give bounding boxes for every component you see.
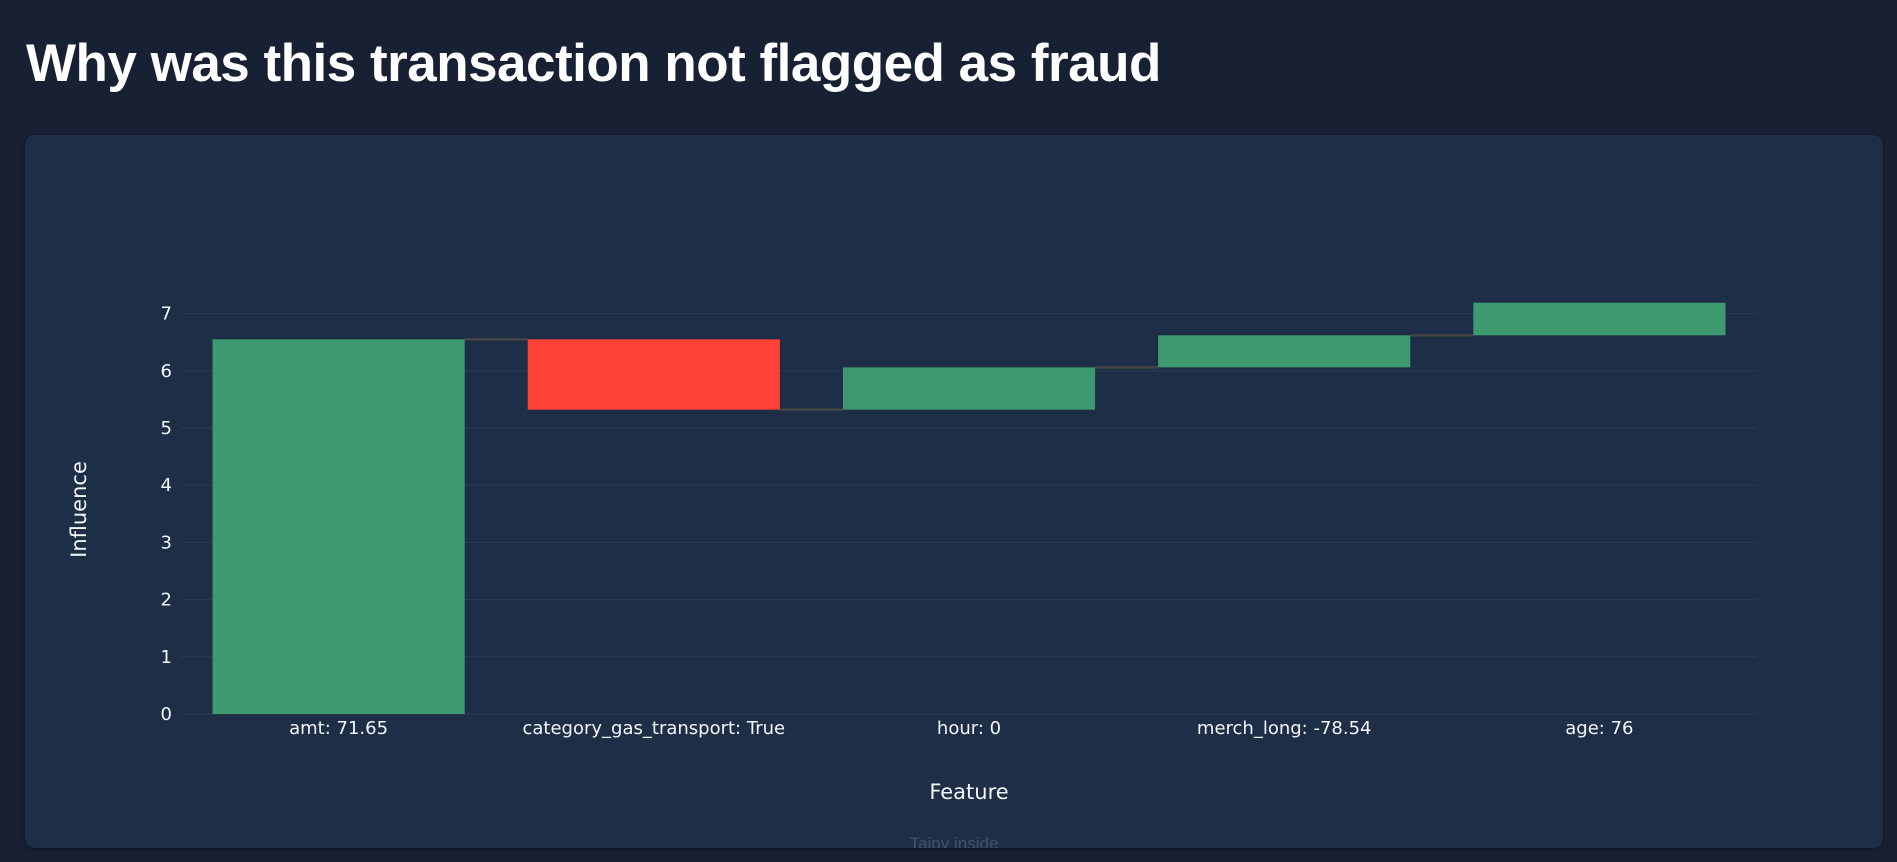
x-axis-ticks: amt: 71.65 category_gas_transport: True ho… (289, 718, 1633, 739)
footer-brand: Taipy inside (909, 834, 999, 848)
x-tick-label: amt: 71.65 (289, 718, 388, 739)
y-axis-ticks: 0 1 2 3 4 5 6 7 (161, 304, 172, 725)
bar-increase (1473, 302, 1726, 336)
bar-decrease (527, 339, 780, 410)
y-axis-title: Influence (67, 461, 91, 558)
x-tick-label: merch_long: -78.54 (1197, 718, 1372, 739)
bar-increase (842, 367, 1096, 410)
page-title: Why was this transaction not flagged as … (26, 34, 1161, 93)
bar-increase (212, 339, 465, 714)
y-tick-label: 4 (161, 475, 172, 496)
x-tick-label: age: 76 (1565, 718, 1633, 739)
page: Why was this transaction not flagged as … (0, 0, 1897, 862)
bar-increase (1158, 335, 1411, 368)
x-tick-label: hour: 0 (937, 718, 1001, 739)
y-tick-label: 6 (161, 361, 172, 382)
y-tick-label: 1 (161, 647, 172, 668)
y-tick-label: 7 (161, 304, 172, 325)
y-tick-label: 0 (161, 704, 172, 725)
y-tick-label: 2 (161, 590, 172, 611)
bars (212, 302, 1726, 714)
waterfall-chart: 0 1 2 3 4 5 6 7 amt: 71.65 category_gas_transpor… (67, 302, 1757, 804)
y-tick-label: 5 (161, 418, 172, 439)
x-axis-title: Feature (929, 780, 1008, 804)
chart-card: 0 1 2 3 4 5 6 7 amt: 71.65 category_gas_transpor… (25, 135, 1883, 848)
y-tick-label: 3 (161, 532, 172, 553)
x-tick-label: category_gas_transport: True (523, 718, 786, 739)
